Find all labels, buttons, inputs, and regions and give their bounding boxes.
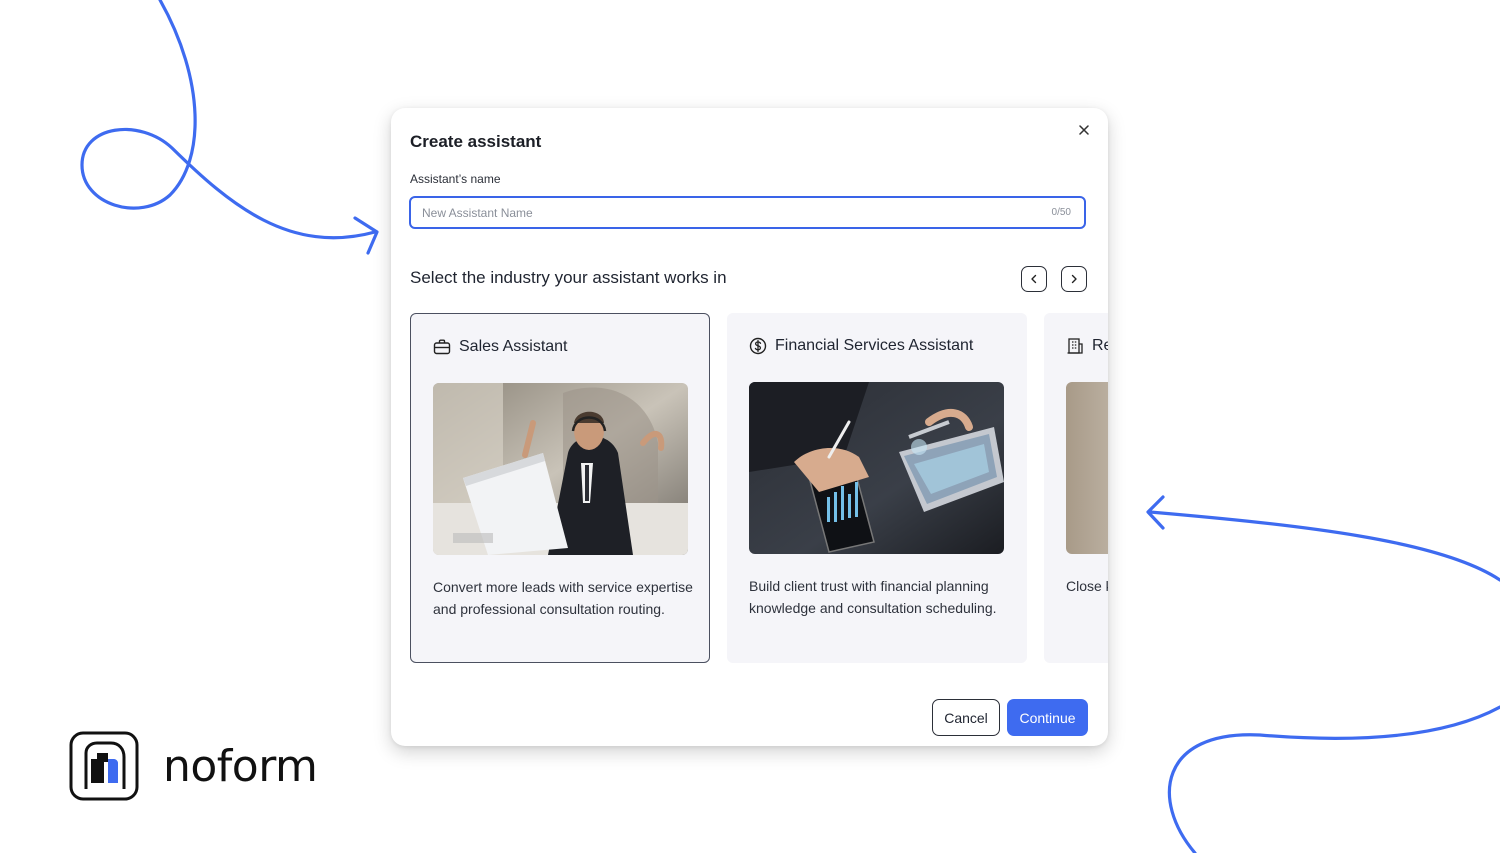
brand-name: noform: [163, 740, 318, 792]
dollar-circle-icon: [749, 337, 767, 355]
card-header: Re: [1066, 337, 1108, 355]
close-icon: [1079, 125, 1089, 135]
create-assistant-dialog: Create assistant Assistant’s name 0/50 S…: [391, 108, 1108, 746]
industry-card-financial-services[interactable]: Financial Services Assistant Build clien…: [727, 313, 1027, 663]
card-description: Close knowl: [1066, 578, 1108, 594]
financial-photo: [749, 382, 1004, 554]
noform-logo-icon: [69, 731, 139, 801]
continue-button[interactable]: Continue: [1007, 699, 1088, 736]
card-header: Sales Assistant: [433, 338, 568, 356]
card-image: [433, 383, 688, 555]
assistant-name-field: 0/50: [409, 196, 1086, 229]
chevron-right-icon: [1071, 274, 1077, 284]
dialog-title: Create assistant: [410, 132, 542, 151]
loop-arrow-head: [353, 216, 379, 255]
card-image: [1066, 382, 1108, 554]
carousel-prev-button[interactable]: [1021, 266, 1047, 292]
assistant-name-input[interactable]: [422, 205, 1052, 220]
wave-arrow-head: [1146, 495, 1165, 530]
industry-heading: Select the industry your assistant works…: [410, 268, 727, 287]
cancel-button[interactable]: Cancel: [932, 699, 1000, 736]
industry-card-partial[interactable]: Re Close knowl: [1044, 313, 1108, 663]
carousel-next-button[interactable]: [1061, 266, 1087, 292]
assistant-name-label: Assistant’s name: [410, 172, 501, 186]
wave-bottom-line: [1167, 705, 1500, 853]
brand-logo: noform: [69, 731, 318, 801]
industry-carousel: Sales Assistant Convert more leads with …: [410, 313, 1108, 663]
card-description: Build client trust with financial planni…: [749, 578, 997, 616]
card-description: Convert more leads with service expertis…: [433, 579, 693, 617]
building-icon: [1067, 338, 1083, 354]
card-title: Sales Assistant: [459, 338, 568, 355]
industry-card-sales[interactable]: Sales Assistant Convert more leads with …: [410, 313, 710, 663]
wave-arrow-line: [1148, 510, 1500, 582]
briefcase-icon: [433, 339, 451, 355]
card-title: Financial Services Assistant: [775, 337, 974, 354]
card-title: Re: [1092, 337, 1108, 354]
char-counter: 0/50: [1051, 207, 1071, 218]
loop-arrow-line: [80, 0, 377, 240]
card-header: Financial Services Assistant: [749, 337, 973, 355]
chevron-left-icon: [1031, 274, 1037, 284]
card-image: [749, 382, 1004, 554]
blurred-photo: [1066, 382, 1108, 554]
sales-photo: [433, 383, 688, 555]
close-button[interactable]: [1074, 120, 1094, 140]
